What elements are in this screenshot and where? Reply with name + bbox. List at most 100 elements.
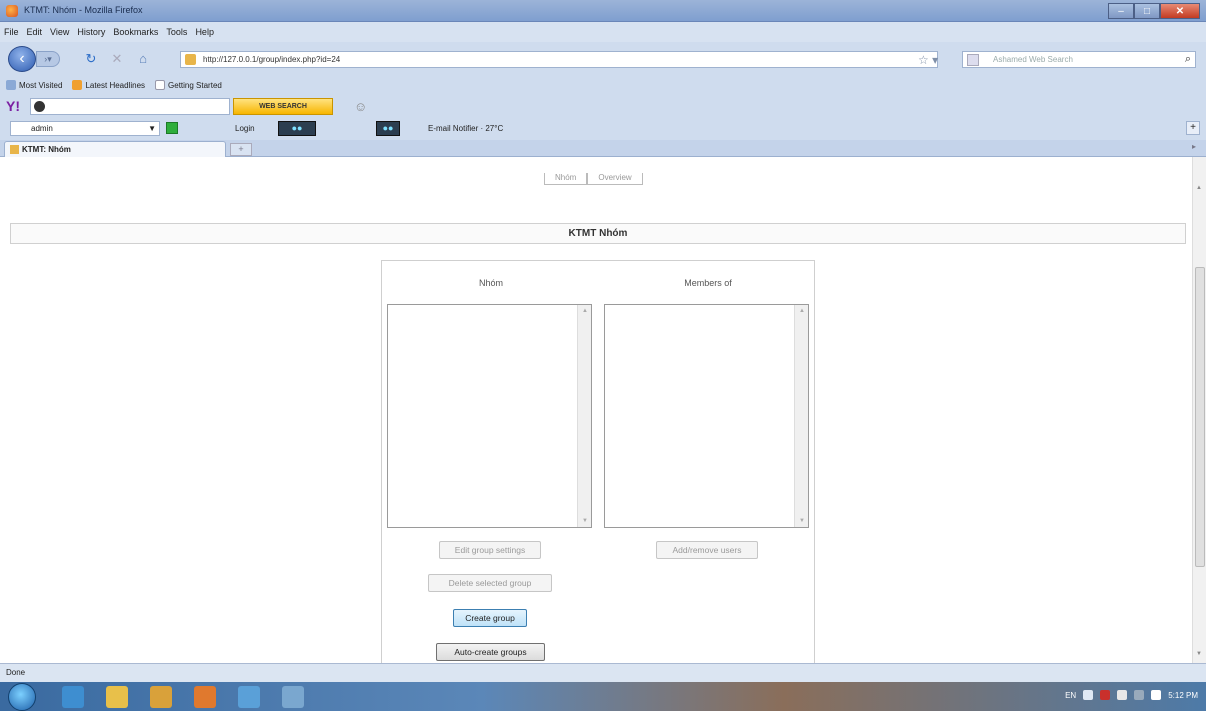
scrollbar-thumb[interactable] <box>1195 267 1205 567</box>
create-group-button[interactable]: Create group <box>453 609 527 627</box>
menu-bookmarks[interactable]: Bookmarks <box>113 27 158 37</box>
menu-file[interactable]: File <box>4 27 19 37</box>
menu-bar: File Edit View History Bookmarks Tools H… <box>0 22 1206 42</box>
network-icon[interactable] <box>1083 690 1094 700</box>
yahoo-logo-icon[interactable]: Y! <box>6 98 20 114</box>
bookmark-label: Latest Headlines <box>85 80 146 90</box>
start-button[interactable] <box>8 683 36 711</box>
minimize-button[interactable]: – <box>1108 3 1134 19</box>
smiley-icon[interactable]: ☺ <box>354 99 367 114</box>
edit-group-settings-button[interactable]: Edit group settings <box>439 541 541 559</box>
forward-button[interactable]: ›▾ <box>36 51 60 67</box>
menu-edit[interactable]: Edit <box>27 27 43 37</box>
address-url: http://127.0.0.1/group/index.php?id=24 <box>203 55 341 64</box>
bookmarks-toolbar: Most Visited Latest Headlines Getting St… <box>0 76 1206 94</box>
firefox-taskbar-icon[interactable] <box>194 686 216 708</box>
antivirus-icon[interactable] <box>1100 690 1111 700</box>
auto-create-groups-button[interactable]: Auto-create groups <box>436 643 545 661</box>
tab-favicon <box>10 145 19 154</box>
language-indicator[interactable]: EN <box>1065 691 1076 700</box>
scroll-down-icon[interactable]: ▼ <box>582 518 588 524</box>
status-text: Done <box>6 668 26 677</box>
top-tab-nhom[interactable]: Nhóm <box>544 173 588 185</box>
groups-scrollbar[interactable]: ▲ ▼ <box>577 305 591 527</box>
scroll-down-icon[interactable]: ▼ <box>1196 651 1202 657</box>
add-remove-users-button[interactable]: Add/remove users <box>656 541 758 559</box>
members-column-title: Members of <box>684 278 732 288</box>
page-content: Nhóm Overview KTMT Nhóm Nhóm Members of … <box>0 157 1206 663</box>
user-select[interactable]: admin ▼ <box>10 121 160 136</box>
back-button[interactable]: ‹ <box>8 46 36 72</box>
site-favicon <box>185 54 196 65</box>
bookmark-star-icon[interactable]: ☆ ▾ <box>918 53 938 67</box>
top-tab-overview[interactable]: Overview <box>587 173 643 185</box>
media-player-icon[interactable] <box>238 686 260 708</box>
new-tab-button[interactable]: + <box>230 143 252 156</box>
scroll-up-icon[interactable]: ▲ <box>799 308 805 314</box>
tab-list-icon[interactable]: ▸ <box>1192 142 1202 154</box>
bookmark-latest-headlines[interactable]: Latest Headlines <box>72 80 145 90</box>
menu-help[interactable]: Help <box>195 27 214 37</box>
toolbar-add-icon[interactable]: + <box>1186 121 1200 135</box>
tab-label: KTMT: Nhóm <box>22 145 71 154</box>
home-icon[interactable]: ⌂ <box>136 52 150 66</box>
rss-icon <box>72 80 83 90</box>
yahoo-toolbar: Y! WEB SEARCH ☺ <box>0 94 1206 118</box>
page-icon <box>155 80 166 90</box>
volume-icon[interactable] <box>1151 690 1162 700</box>
tab-ktmt-nhom[interactable]: KTMT: Nhóm <box>4 141 226 157</box>
stop-icon[interactable]: ✕ <box>110 52 124 66</box>
web-search-button[interactable]: WEB SEARCH <box>233 98 333 115</box>
members-listbox[interactable]: ▲ ▼ <box>604 304 809 528</box>
scroll-down-icon[interactable]: ▼ <box>799 518 805 524</box>
email-notifier[interactable]: E-mail Notifier · 27°C <box>428 124 503 133</box>
groups-panel: Nhóm Members of ▲ ▼ ▲ ▼ Edit group setti… <box>381 260 815 663</box>
groups-listbox[interactable]: ▲ ▼ <box>387 304 592 528</box>
bookmark-getting-started[interactable]: Getting Started <box>155 80 222 90</box>
page-title: KTMT Nhóm <box>10 223 1186 244</box>
scroll-up-icon[interactable]: ▲ <box>1196 185 1202 191</box>
yahoo-search-icon <box>34 101 45 112</box>
bookmark-label: Getting Started <box>168 80 222 90</box>
close-button[interactable]: ✕ <box>1160 3 1200 19</box>
members-scrollbar[interactable]: ▲ ▼ <box>794 305 808 527</box>
address-bar[interactable]: http://127.0.0.1/group/index.php?id=24 <box>180 51 938 68</box>
menu-history[interactable]: History <box>77 27 105 37</box>
search-placeholder: Ashamed Web Search <box>993 55 1073 64</box>
toolbar-eye-icon[interactable]: ●● <box>278 121 316 136</box>
search-icon[interactable]: ⌕ <box>1185 53 1191 66</box>
chevron-down-icon: ▼ <box>148 124 156 133</box>
app-icon[interactable] <box>282 686 304 708</box>
page-top-tabs: Nhóm Overview <box>544 173 643 185</box>
menu-tools[interactable]: Tools <box>166 27 187 37</box>
user-select-value: admin <box>31 124 53 133</box>
clock[interactable]: 5:12 PM <box>1168 691 1198 700</box>
bookmark-most-visited[interactable]: Most Visited <box>6 80 62 90</box>
window-title: KTMT: Nhóm - Mozilla Firefox <box>24 5 143 15</box>
search-engine-icon[interactable] <box>967 54 979 66</box>
navigation-bar: ‹ ›▾ ↻ ✕ ⌂ http://127.0.0.1/group/index.… <box>0 42 1206 76</box>
ie-icon[interactable] <box>62 686 84 708</box>
menu-view[interactable]: View <box>50 27 69 37</box>
flag-icon[interactable] <box>1117 690 1128 700</box>
firefox-icon <box>6 5 18 17</box>
bookmark-label: Most Visited <box>19 80 63 90</box>
groups-column-title: Nhóm <box>478 278 503 288</box>
scroll-up-icon[interactable]: ▲ <box>582 308 588 314</box>
status-bar: Done <box>0 663 1206 682</box>
window-controls: – □ ✕ <box>1108 3 1200 19</box>
login-label[interactable]: Login <box>235 124 255 133</box>
reload-icon[interactable]: ↻ <box>84 52 98 66</box>
folder-icon[interactable] <box>150 686 172 708</box>
tab-strip: KTMT: Nhóm + ▸ <box>0 140 1206 157</box>
delete-selected-group-button[interactable]: Delete selected group <box>428 574 552 592</box>
yahoo-search-input[interactable] <box>30 98 230 115</box>
page-scrollbar[interactable]: ▲ ▼ <box>1192 157 1206 663</box>
tray-icon[interactable] <box>1134 690 1145 700</box>
maximize-button[interactable]: □ <box>1134 3 1160 19</box>
toolbar-eye-icon[interactable]: ●● <box>376 121 400 136</box>
green-square-icon[interactable] <box>166 122 178 134</box>
explorer-icon[interactable] <box>106 686 128 708</box>
browser-chrome: File Edit View History Bookmarks Tools H… <box>0 22 1206 157</box>
search-bar[interactable]: Ashamed Web Search ⌕ <box>962 51 1196 68</box>
